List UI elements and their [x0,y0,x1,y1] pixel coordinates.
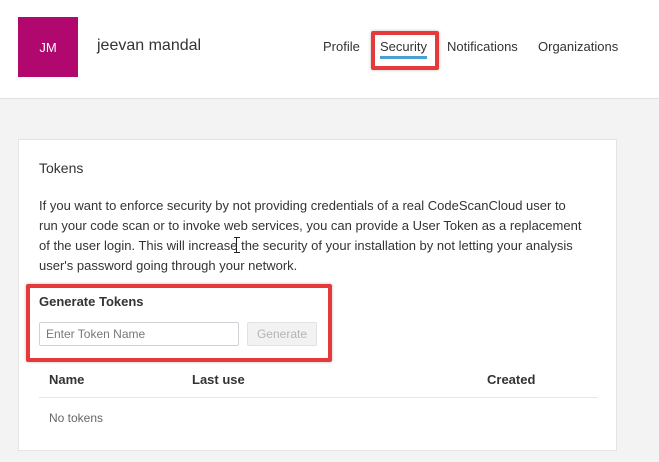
column-header-name: Name [49,372,85,387]
generate-button[interactable]: Generate [247,322,317,346]
tab-organizations-label: Organizations [538,39,619,54]
tokens-title: Tokens [39,160,84,176]
tab-profile-label: Profile [323,39,360,54]
generate-tokens-title: Generate Tokens [39,294,144,309]
account-nav: Profile Security Notifications Organizat… [0,39,659,63]
tokens-description: If you want to enforce security by not p… [39,198,582,273]
tab-security[interactable]: Security [380,39,427,59]
tab-notifications[interactable]: Notifications [447,39,518,54]
tab-organizations[interactable]: Organizations [538,39,618,54]
tab-profile[interactable]: Profile [323,39,360,54]
active-tab-indicator [380,56,427,59]
tokens-panel: Tokens If you want to enforce security b… [18,139,617,451]
column-header-last-use: Last use [192,372,245,387]
tokens-table-header: Name Last use Created [39,365,598,398]
tab-notifications-label: Notifications [447,39,518,54]
tab-security-label: Security [380,39,427,54]
no-tokens-message: No tokens [49,411,104,425]
page-header: JM jeevan mandal Profile Security Notifi… [0,0,659,99]
column-header-created: Created [487,372,536,387]
token-name-input[interactable] [39,322,239,346]
